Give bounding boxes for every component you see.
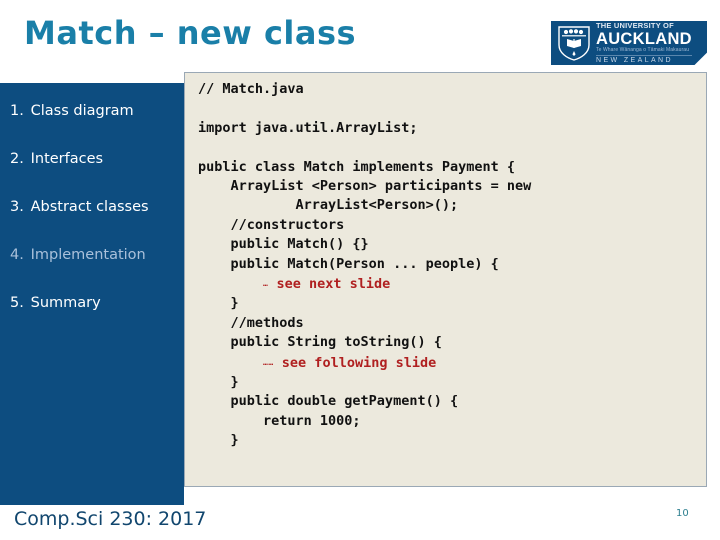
sidebar-item-class-diagram[interactable]: 1. Class diagram — [10, 103, 134, 119]
code-line: …… see following slide — [198, 353, 531, 373]
sidebar-item-number: 4. — [10, 247, 24, 263]
code-line: //constructors — [198, 216, 531, 235]
code-line: ArrayList<Person>(); — [198, 196, 531, 215]
code-ellipsis: …… — [263, 357, 274, 367]
code-line-text: //methods — [198, 314, 304, 331]
sidebar-item-number: 3. — [10, 199, 24, 215]
code-line-text: ArrayList<Person>(); — [198, 197, 459, 214]
logo-line-university: THE UNIVERSITY OF — [596, 21, 674, 30]
sidebar-item-interfaces[interactable]: 2. Interfaces — [10, 151, 103, 167]
code-line-text: import java.util.ArrayList; — [198, 119, 418, 136]
code-line-text: //constructors — [198, 216, 345, 233]
sidebar-item-number: 1. — [10, 103, 24, 119]
sidebar-item-summary[interactable]: 5. Summary — [10, 295, 101, 311]
code-line-text: ArrayList <Person> participants = new — [198, 178, 532, 194]
logo-line-maori: Te Whare Wānanga o Tāmaki Makaurau — [596, 47, 690, 53]
code-line-text: return 1000; — [198, 412, 361, 429]
code-line: … see next slide — [198, 274, 531, 294]
code-annotation: see following slide — [273, 354, 437, 371]
code-annotation: see next slide — [268, 276, 391, 293]
code-line: public Match(Person ... people) { — [198, 255, 531, 274]
code-line: public double getPayment() { — [198, 392, 531, 411]
sidebar-item-number: 5. — [10, 295, 24, 311]
code-line: public String toString() { — [198, 333, 531, 352]
code-line: public class Match implements Payment { — [198, 158, 531, 177]
logo-line-auckland: AUCKLAND — [596, 29, 692, 48]
code-block: // Match.java import java.util.ArrayList… — [198, 80, 532, 486]
code-line-text: } — [198, 432, 239, 449]
page-title: Match – new class — [24, 14, 357, 52]
code-panel: // Match.java import java.util.ArrayList… — [184, 72, 707, 487]
code-line: import java.util.ArrayList; — [198, 119, 531, 138]
university-logo: THE UNIVERSITY OF AUCKLAND Te Whare Wāna… — [551, 21, 707, 65]
code-line: } — [198, 294, 531, 313]
sidebar-item-abstract-classes[interactable]: 3. Abstract classes — [10, 199, 149, 215]
logo-line-newzealand: NEW ZEALAND — [596, 55, 692, 64]
code-line-text: public class Match implements Payment { — [198, 158, 515, 175]
code-line-text: public double getPayment() { — [198, 393, 459, 410]
code-line-text: } — [198, 374, 239, 391]
code-line: public Match() {} — [198, 235, 531, 254]
code-line-text: } — [198, 295, 239, 312]
code-line: return 1000; — [198, 412, 531, 431]
sidebar-item-label: Implementation — [26, 247, 146, 263]
sidebar-nav: 1. Class diagram 2. Interfaces 3. Abstract… — [0, 83, 184, 505]
sidebar-item-label: Interfaces — [26, 151, 104, 167]
shield-crest-icon — [558, 26, 590, 61]
code-line: } — [198, 373, 531, 392]
code-line: // Match.java — [198, 80, 531, 99]
sidebar-item-label: Class diagram — [26, 103, 134, 119]
sidebar-item-label: Summary — [26, 295, 101, 311]
page-number: 10 — [676, 508, 689, 519]
code-line-text: public Match() {} — [198, 236, 369, 253]
footer-course-label: Comp.Sci 230: 2017 — [14, 508, 207, 530]
code-line: ArrayList <Person> participants = new — [198, 177, 532, 196]
code-line-text: public Match(Person ... people) { — [198, 255, 499, 272]
code-line-text: public String toString() { — [198, 334, 442, 351]
sidebar-item-implementation[interactable]: 4. Implementation — [10, 247, 146, 263]
code-line: } — [198, 431, 531, 450]
sidebar-item-label: Abstract classes — [26, 199, 149, 215]
code-line: //methods — [198, 314, 531, 333]
sidebar-item-number: 2. — [10, 151, 24, 167]
code-line-text: // Match.java — [198, 81, 304, 97]
